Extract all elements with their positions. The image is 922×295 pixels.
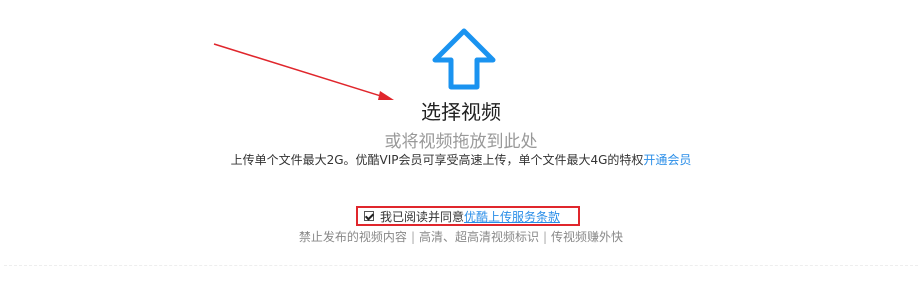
separator: | — [410, 230, 415, 244]
select-video-button[interactable]: 选择视频 — [0, 99, 922, 125]
separator: | — [543, 230, 548, 244]
notice-links: 禁止发布的视频内容 | 高清、超高清视频标识 | 传视频赚外快 — [0, 229, 922, 246]
agreement-checkbox[interactable] — [364, 211, 374, 221]
earn-money-link[interactable]: 传视频赚外快 — [551, 230, 623, 244]
agreement-label: 我已阅读并同意 — [380, 209, 465, 224]
open-vip-link[interactable]: 开通会员 — [643, 153, 691, 167]
drag-drop-hint: 或将视频拖放到此处 — [384, 132, 538, 152]
prohibited-content-link[interactable]: 禁止发布的视频内容 — [299, 230, 407, 244]
upload-limit-description: 上传单个文件最大2G。优酷VIP会员可享受高速上传，单个文件最大4G的特权 — [230, 153, 644, 167]
upload-page: 选择视频 或将视频拖放到此处 上传单个文件最大2G。优酷VIP会员可享受高速上传… — [0, 0, 922, 295]
agreement-row: 我已阅读并同意 优酷上传服务条款 — [356, 206, 580, 226]
divider — [4, 265, 918, 266]
upload-limit-text: 上传单个文件最大2G。优酷VIP会员可享受高速上传，单个文件最大4G的特权开通会… — [0, 152, 922, 169]
upload-arrow-icon[interactable] — [431, 27, 497, 91]
upload-terms-link[interactable]: 优酷上传服务条款 — [464, 208, 560, 225]
hd-label-link[interactable]: 高清、超高清视频标识 — [419, 230, 539, 244]
